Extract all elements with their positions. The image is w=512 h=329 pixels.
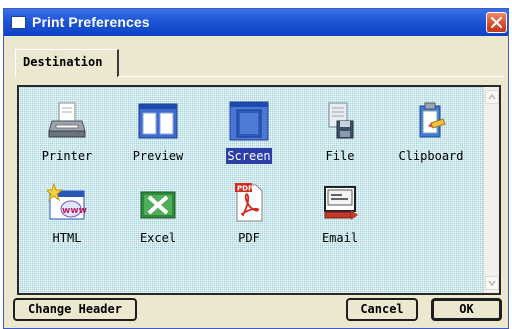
ok-button[interactable]: OK	[431, 298, 502, 321]
screen-icon	[229, 101, 269, 141]
email-icon	[324, 186, 358, 220]
tab-destination-label: Destination	[23, 55, 103, 69]
print-preferences-dialog: Print Preferences Destination Printer Pr…	[3, 8, 509, 329]
chevron-up-icon	[488, 94, 496, 100]
close-icon	[490, 16, 503, 29]
title-bar[interactable]: Print Preferences	[4, 9, 508, 36]
tab-destination[interactable]: Destination	[15, 49, 119, 77]
chevron-down-icon	[488, 280, 496, 286]
destination-preview[interactable]: Preview	[116, 97, 200, 175]
preview-icon	[138, 103, 178, 139]
destination-screen[interactable]: Screen	[207, 97, 291, 175]
window-icon	[11, 16, 26, 29]
close-button[interactable]	[486, 12, 507, 33]
destination-label: Clipboard	[398, 149, 464, 163]
html-badge: www	[62, 206, 87, 216]
html-icon: www	[47, 183, 87, 220]
pdf-icon: PDF	[235, 183, 263, 222]
destination-excel[interactable]: Excel	[116, 179, 200, 257]
destination-label: Excel	[139, 231, 177, 245]
scroll-down-button[interactable]	[485, 276, 499, 290]
destination-label: Printer	[41, 149, 93, 163]
destination-label: PDF	[238, 231, 260, 245]
destination-label: Email	[321, 231, 359, 245]
destination-label: File	[325, 149, 355, 163]
vertical-scrollbar[interactable]	[483, 87, 499, 293]
destination-file[interactable]: File	[298, 97, 382, 175]
clipboard-icon	[419, 102, 446, 138]
change-header-button[interactable]: Change Header	[13, 298, 137, 321]
destination-label: Screen	[226, 148, 272, 164]
destination-label: Preview	[132, 149, 184, 163]
destination-label: HTML	[52, 231, 82, 245]
destination-clipboard[interactable]: Clipboard	[389, 97, 473, 175]
destination-email[interactable]: Email	[298, 179, 382, 257]
file-icon	[328, 102, 354, 139]
excel-icon	[140, 191, 176, 219]
destination-printer[interactable]: Printer	[25, 97, 109, 175]
cancel-button[interactable]: Cancel	[346, 298, 418, 321]
printer-icon	[48, 102, 86, 138]
window-title: Print Preferences	[32, 14, 150, 30]
scroll-up-button[interactable]	[485, 90, 499, 104]
destination-html[interactable]: www HTML	[25, 179, 109, 257]
destination-panel: Printer Preview Screen File Clipboard ww…	[17, 85, 501, 295]
destination-pdf[interactable]: PDF PDF	[207, 179, 291, 257]
tab-divider	[118, 76, 504, 77]
pdf-badge: PDF	[237, 185, 253, 193]
